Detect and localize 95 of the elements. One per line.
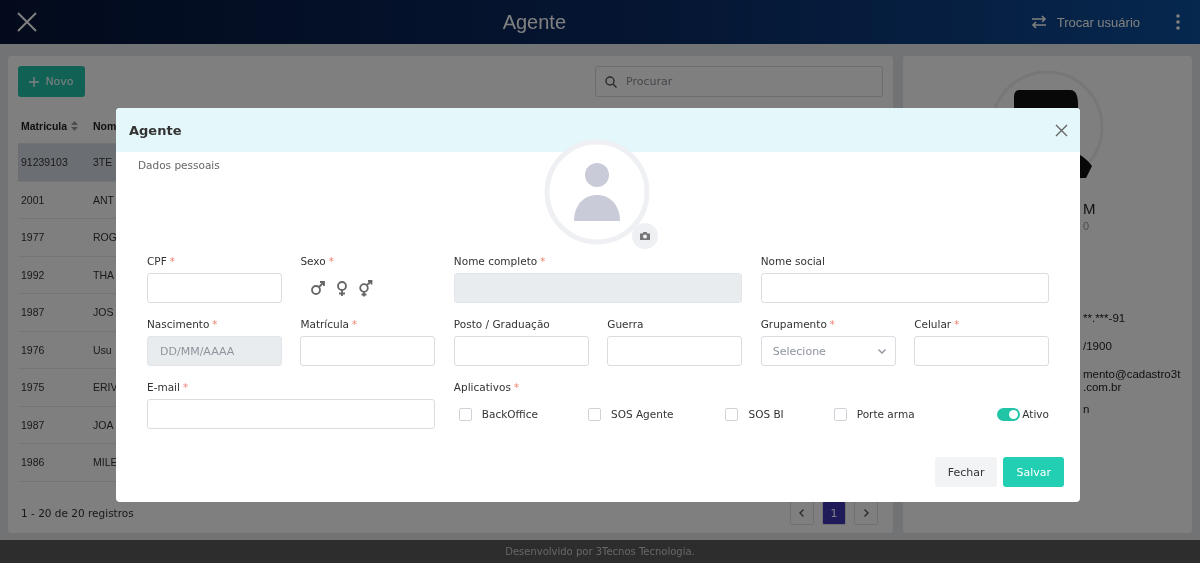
table-cell: ERIV [93,381,118,394]
required-asterisk: * [169,256,175,267]
field-label: Nome social [760,255,825,267]
table-cell: ANT [93,193,114,206]
checkbox[interactable] [458,407,472,421]
sex-option-button[interactable] [358,279,375,297]
camera-icon [639,231,651,241]
required-asterisk: * [540,256,546,267]
sort-icon [71,120,79,131]
table-cell: 1977 [21,231,45,244]
table-cell: 1987 [21,306,45,319]
page-button[interactable]: 1 [822,501,846,525]
previous-page-button[interactable] [790,501,814,525]
next-page-button[interactable] [854,501,878,525]
required-asterisk: * [954,319,960,330]
table-cell: 1975 [21,381,45,394]
sex-option-button[interactable] [310,280,327,296]
chevron-left-icon [797,508,807,518]
profile-detail: mento@cadastro3t [1083,368,1181,380]
switch-user-button[interactable]: Trocar usuário [1030,14,1140,30]
field-label: Posto / Graduação [453,318,550,330]
field-label: Nascimento [147,318,210,330]
more-menu-button[interactable] [1176,14,1180,30]
profile-detail: .com.br [1083,381,1122,393]
close-icon [16,11,38,33]
table-cell: 1992 [21,268,45,281]
table-cell: 1986 [21,456,45,469]
table-cell: MILE [93,456,118,469]
table-cell: 91239103 [21,156,68,169]
required-asterisk: * [212,319,218,330]
table-cell: 1976 [21,343,45,356]
field-label: Guerra [607,318,644,330]
profile-detail: n [1083,403,1090,415]
field-label: Grupamento [760,318,827,330]
table-cell: 3TE [93,156,113,169]
field-label: E-mail [147,381,180,393]
table-cell: THA [93,268,114,281]
select-field[interactable]: Selecione [760,336,896,366]
table-cell: ROG [93,231,117,244]
table-cell: JOS [93,306,114,319]
record-count: 1 - 20 de 20 registros [20,507,134,519]
close-button[interactable] [1055,123,1068,137]
search-icon [605,76,617,88]
intersex-symbol-icon [358,279,375,297]
female-symbol-icon [335,279,350,297]
camera-button[interactable] [632,223,658,249]
table-cell: JOA [93,418,114,431]
field-label: Sexo [300,255,326,267]
input-field[interactable] [147,399,436,429]
footer-credit: Desenvolvido por 3Tecnos Tecnologia. [505,546,695,557]
field-label: Matrícula [300,318,350,330]
column-header[interactable]: Matricula [18,119,90,132]
page-title: Agente [501,10,568,34]
field-label: Aplicativos [453,381,511,393]
input-field[interactable] [147,273,282,303]
close-icon [1055,123,1068,137]
checkbox[interactable] [588,407,601,421]
required-asterisk: * [352,319,358,330]
table-cell: 2001 [21,193,45,206]
profile-name: M [1083,200,1096,217]
vertical-dots-icon [1176,14,1180,30]
required-asterisk: * [182,382,188,393]
table-cell: 1987 [21,418,45,431]
checkbox[interactable] [833,407,847,421]
chevron-down-icon [876,346,887,356]
input-field[interactable] [453,336,589,366]
toggle-label: Ativo [1022,408,1049,420]
male-symbol-icon [310,280,327,296]
input-field[interactable] [914,336,1049,366]
checkbox[interactable] [725,407,739,421]
table-cell: Usu [93,343,112,356]
plus-icon [29,76,40,87]
sex-option-button[interactable] [335,279,350,297]
field-label: Celular [914,318,952,330]
chevron-right-icon [861,508,871,518]
dialog-title: Agente [129,122,182,138]
required-asterisk: * [829,319,835,330]
profile-detail: **.***-91 [1083,312,1126,324]
field-label: CPF [147,255,167,267]
required-asterisk: * [513,382,519,393]
checkbox-label: SOS BI [748,408,784,420]
checkbox-label: Porte arma [856,408,915,420]
input-field[interactable] [300,336,436,366]
close-dialog-button[interactable]: Fechar [934,457,998,487]
section-title: Dados pessoais [138,159,220,171]
search-field[interactable]: Procurar [595,66,883,97]
input-field[interactable] [760,273,1049,303]
required-asterisk: * [328,256,334,267]
checkbox-label: BackOffice [481,408,538,420]
profile-detail: /1900 [1083,340,1112,352]
checkbox-label: SOS Agente [611,408,674,420]
swap-arrows-icon [1030,15,1047,29]
field-label: Nome completo [453,255,538,267]
input-field[interactable] [607,336,743,366]
toggle-switch[interactable] [997,407,1021,421]
